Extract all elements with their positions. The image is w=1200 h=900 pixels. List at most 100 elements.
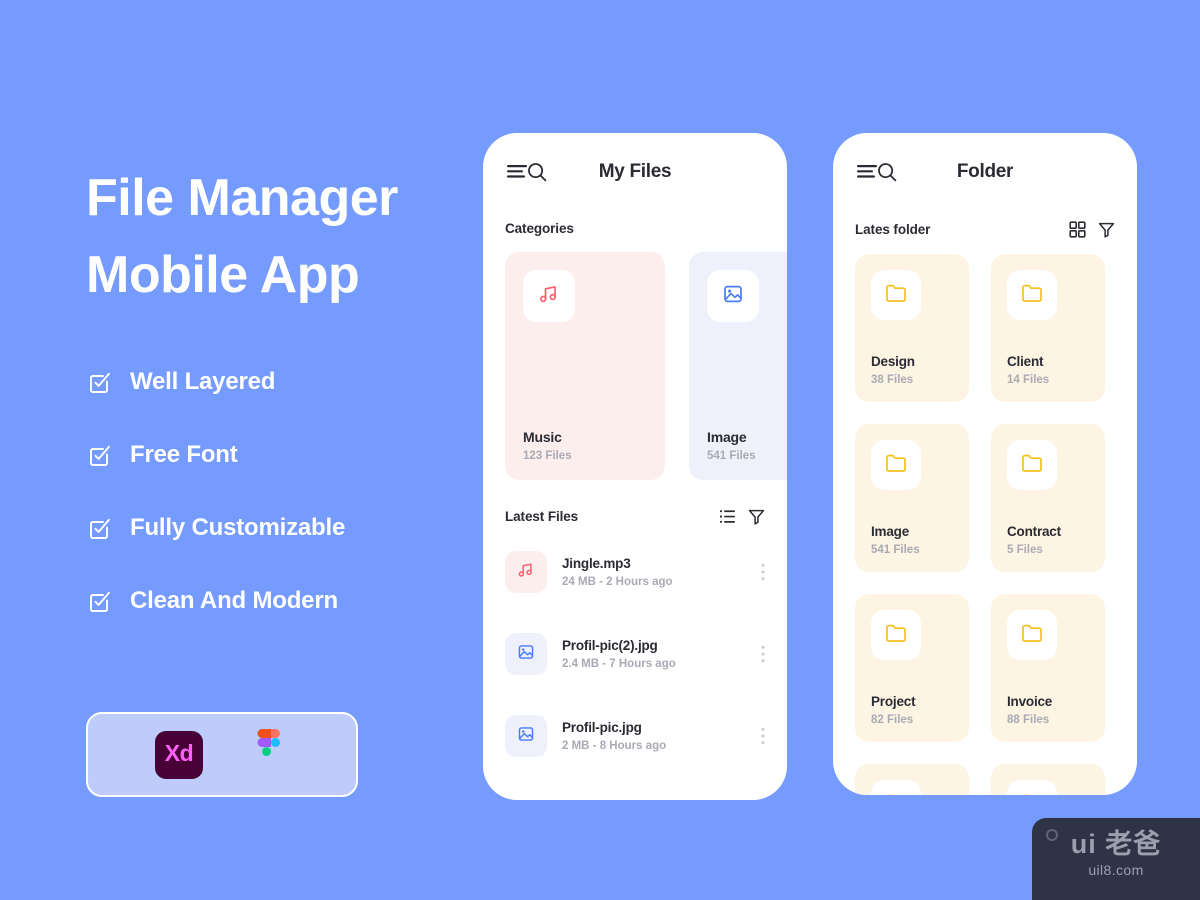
folder-card[interactable]: Image 541 Files	[855, 424, 969, 572]
title-line-2: Mobile App	[86, 245, 360, 304]
check-square-icon	[86, 588, 112, 614]
adobe-xd-icon: Xd	[155, 730, 203, 779]
file-name: Profil-pic.jpg	[562, 720, 642, 735]
image-icon	[722, 283, 744, 310]
category-thumb	[523, 270, 575, 322]
folder-card[interactable]: Invoice 88 Files	[991, 594, 1105, 742]
category-card-row: Music 123 Files Image 541 Files	[483, 252, 787, 480]
file-row[interactable]: Jingle.mp3 24 MB - 2 Hours ago	[505, 531, 765, 613]
latest-files-list: Jingle.mp3 24 MB - 2 Hours ago Profil-pi…	[483, 525, 787, 777]
folder-icon	[885, 283, 907, 308]
folder-card[interactable]: Client 14 Files	[991, 254, 1105, 402]
folder-card[interactable]: Design 38 Files	[855, 254, 969, 402]
file-text: Profil-pic(2).jpg 2.4 MB - 7 Hours ago	[562, 638, 746, 670]
folder-name: Invoice	[1007, 694, 1053, 709]
file-row[interactable]: Profil-pic(2).jpg 2.4 MB - 7 Hours ago	[505, 613, 765, 695]
folder-icon	[1021, 623, 1043, 648]
file-thumb	[505, 551, 547, 593]
folder-count: 14 Files	[1007, 374, 1050, 386]
hamburger-menu-icon[interactable]	[857, 165, 877, 179]
list-view-icon[interactable]	[719, 508, 736, 525]
feature-label: Clean And Modern	[130, 586, 338, 614]
folder-card[interactable]: UI Kit	[855, 764, 969, 795]
folder-icon	[885, 623, 907, 648]
file-name: Jingle.mp3	[562, 556, 631, 571]
feature-item: Free Font	[86, 441, 466, 469]
folder-name: Client	[1007, 354, 1044, 369]
folder-icon	[885, 453, 907, 478]
file-row[interactable]: Profil-pic.jpg 2 MB - 8 Hours ago	[505, 695, 765, 777]
folder-thumb	[871, 610, 921, 660]
file-meta: 24 MB - 2 Hours ago	[562, 576, 673, 588]
folder-icon	[885, 793, 907, 795]
folder-thumb	[1007, 610, 1057, 660]
folder-grid: Design 38 Files Client 14 Files Image 54…	[833, 238, 1137, 795]
check-square-icon	[86, 515, 112, 541]
title-line-1: File Manager	[86, 169, 398, 227]
folder-icon	[1021, 453, 1043, 478]
folder-icon	[1021, 283, 1043, 308]
filter-funnel-icon[interactable]	[1098, 221, 1115, 238]
category-card-music[interactable]: Music 123 Files	[505, 252, 665, 480]
folder-card[interactable]: Project 82 Files	[855, 594, 969, 742]
feature-label: Well Layered	[130, 367, 276, 395]
hamburger-menu-icon[interactable]	[507, 165, 527, 179]
folder-count: 88 Files	[1007, 714, 1050, 726]
file-text: Profil-pic.jpg 2 MB - 8 Hours ago	[562, 720, 746, 752]
more-options-icon[interactable]	[761, 645, 765, 663]
search-icon[interactable]	[877, 162, 897, 182]
feature-label: Fully Customizable	[130, 513, 346, 541]
feature-item: Clean And Modern	[86, 587, 466, 615]
section-title-lates-folder: Lates folder	[855, 222, 931, 237]
folder-card[interactable]: Contract 5 Files	[991, 424, 1105, 572]
promo-panel: File Manager Mobile App Well Layered Fre…	[86, 160, 466, 615]
file-thumb	[505, 715, 547, 757]
latest-files-actions	[719, 508, 765, 525]
circle-icon	[1046, 829, 1058, 841]
folder-count: 541 Files	[871, 544, 920, 556]
folder-count: 5 Files	[1007, 544, 1043, 556]
filter-funnel-icon[interactable]	[748, 508, 765, 525]
latest-files-section-bar: Latest Files	[483, 508, 787, 525]
feature-label: Free Font	[130, 440, 238, 468]
more-options-icon[interactable]	[761, 727, 765, 745]
folder-thumb	[1007, 440, 1057, 490]
watermark-badge: ui 老爸 uil8.com	[1032, 818, 1200, 900]
music-note-icon	[538, 283, 560, 310]
search-icon[interactable]	[527, 162, 547, 182]
folder-thumb	[871, 780, 921, 795]
category-count: 541 Files	[707, 450, 756, 462]
folder-name: Image	[871, 524, 910, 539]
image-icon	[517, 725, 535, 748]
folder-meta: Project 82 Files	[871, 694, 953, 726]
folder-card[interactable]: Document	[991, 764, 1105, 795]
category-meta: Music 123 Files	[523, 429, 647, 462]
folder-thumb	[1007, 780, 1057, 795]
folder-thumb	[871, 440, 921, 490]
folder-meta: Invoice 88 Files	[1007, 694, 1089, 726]
phone-screen-my-files: My Files Categories Music 123 Files Imag…	[483, 133, 787, 800]
category-name: Music	[523, 429, 562, 445]
folder-icon	[1021, 793, 1043, 795]
category-thumb	[707, 270, 759, 322]
category-card-image[interactable]: Image 541 Files	[689, 252, 787, 480]
my-files-header: My Files	[483, 133, 787, 211]
category-name: Image	[707, 429, 747, 445]
music-note-icon	[517, 561, 535, 584]
folder-name: Design	[871, 354, 915, 369]
categories-section-bar: Categories	[483, 221, 787, 236]
folder-count: 82 Files	[871, 714, 914, 726]
poster-canvas: File Manager Mobile App Well Layered Fre…	[0, 0, 1200, 900]
folder-meta: Design 38 Files	[871, 354, 953, 386]
more-options-icon[interactable]	[761, 563, 765, 581]
phone-screen-folder: Folder Lates folder Design 38 Files Clie…	[833, 133, 1137, 795]
file-meta: 2.4 MB - 7 Hours ago	[562, 658, 676, 670]
folder-meta: Client 14 Files	[1007, 354, 1089, 386]
file-text: Jingle.mp3 24 MB - 2 Hours ago	[562, 556, 746, 588]
file-thumb	[505, 633, 547, 675]
lates-folder-section-bar: Lates folder	[833, 221, 1137, 238]
folder-name: Contract	[1007, 524, 1061, 539]
grid-view-icon[interactable]	[1069, 221, 1086, 238]
feature-item: Well Layered	[86, 368, 466, 396]
section-title-categories: Categories	[505, 221, 574, 236]
